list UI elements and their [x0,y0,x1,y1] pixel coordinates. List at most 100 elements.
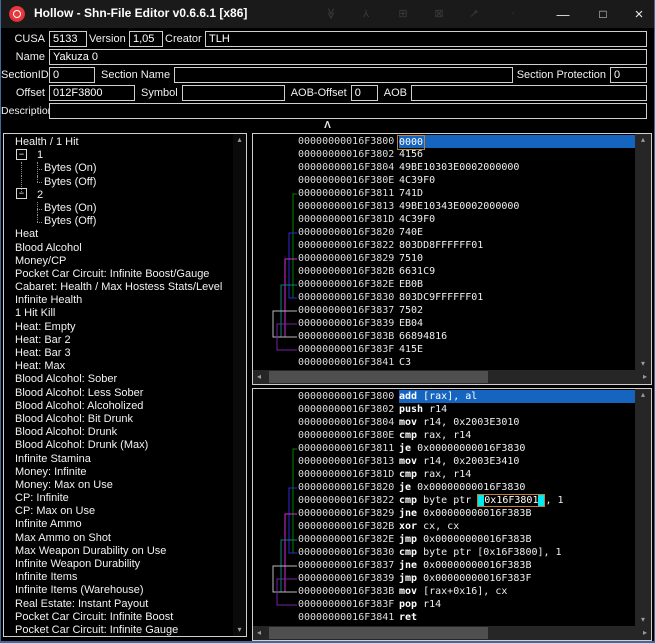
scroll-right-icon[interactable]: ▸ [643,373,647,381]
tree-item[interactable]: Blood Alcohol: Less Sober [4,387,233,400]
fork-icon[interactable]: Y [358,7,374,18]
pin-icon[interactable]: ⊸ [464,3,485,24]
tree-item[interactable]: Max Weapon Durability on Use [4,545,233,558]
asm-row[interactable]: 00000000016F3813mov r14, 0x2003E3410 [253,455,635,468]
tree-item[interactable]: Bytes (Off) [4,215,233,228]
hex-row[interactable]: 00000000016F3841C3 [253,356,635,369]
tree-item[interactable]: Pocket Car Circuit: Infinite Boost/Gauge [4,268,233,281]
hex-vscrollbar[interactable]: ▴ ▾ [635,134,651,370]
tree-item[interactable]: Pocket Car Circuit: Infinite Gauge [4,624,233,636]
hex-row[interactable]: 00000000016F382B6631C9 [253,265,635,278]
tree-item[interactable]: Bytes (On) [4,202,233,215]
asm-row[interactable]: 00000000016F3811je 0x00000000016F3830 [253,442,635,455]
tree-item[interactable]: Infinite Items [4,571,233,584]
scroll-down-icon[interactable]: ▾ [641,360,645,368]
hex-row[interactable]: 00000000016F380E4C39F0 [253,174,635,187]
close-box-icon[interactable]: ⊠ [431,7,447,20]
dot-icon[interactable]: · [505,7,521,19]
tree-item[interactable]: CP: Infinite [4,492,233,505]
tree-item[interactable]: Infinite Weapon Durability [4,558,233,571]
scroll-down-icon[interactable]: ▾ [641,616,645,624]
tree-item[interactable]: Bytes (On) [4,162,233,175]
asm-hscrollbar[interactable]: ◂ ▸ [253,626,651,640]
asm-row[interactable]: 00000000016F3800add [rax], al [253,390,635,403]
tree-item[interactable]: Max Ammo on Shot [4,532,233,545]
asm-row[interactable]: 00000000016F383Bmov [rax+0x16], cx [253,585,635,598]
hex-row[interactable]: 00000000016F383B66894816 [253,330,635,343]
minimize-button[interactable]: — [547,0,579,28]
tree-item[interactable]: Money/CP [4,255,233,268]
asm-row[interactable]: 00000000016F3837jne 0x00000000016F383B [253,559,635,572]
tree-item[interactable]: 1 Hit Kill [4,307,233,320]
hex-rows[interactable]: 00000000016F3800000000000000016F38024156… [253,134,635,370]
cusa-input[interactable] [49,31,87,47]
hex-row[interactable]: 00000000016F3839EB04 [253,317,635,330]
asm-row[interactable]: 00000000016F3820je 0x00000000016F3830 [253,481,635,494]
tree-item[interactable]: Money: Infinite [4,466,233,479]
add-box-icon[interactable]: ⊞ [395,7,411,20]
version-input[interactable] [129,31,163,47]
asm-row[interactable]: 00000000016F383Fpop r14 [253,598,635,611]
asm-row[interactable]: 00000000016F3830cmp byte ptr [0x16F3800]… [253,546,635,559]
tree-item[interactable]: Money: Max on Use [4,479,233,492]
maximize-button[interactable]: □ [587,0,619,28]
asm-row[interactable]: 00000000016F380Ecmp rax, r14 [253,429,635,442]
scroll-left-icon[interactable]: ◂ [257,373,261,381]
hex-row[interactable]: 00000000016F383F415E [253,343,635,356]
asm-row[interactable]: 00000000016F3804mov r14, 0x2003E3010 [253,416,635,429]
hex-hscrollbar[interactable]: ◂ ▸ [253,370,651,384]
hex-row[interactable]: 00000000016F3820740E [253,226,635,239]
name-input[interactable] [49,49,647,65]
scroll-up-icon[interactable]: ▴ [641,391,645,399]
tree-item[interactable]: Blood Alcohol: Sober [4,373,233,386]
tree-item[interactable]: Infinite Stamina [4,453,233,466]
close-button[interactable]: × [623,0,655,28]
asm-hscroll-thumb[interactable] [269,627,488,639]
scroll-left-icon[interactable]: ◂ [257,629,261,637]
hex-row[interactable]: 00000000016F3822803DD8FFFFFF01 [253,239,635,252]
section-name-input[interactable] [174,67,513,83]
asm-row[interactable]: 00000000016F3822cmp byte ptr [0x16F3801]… [253,494,635,507]
tree-item[interactable]: Blood Alcohol: Bit Drunk [4,413,233,426]
tree-item[interactable]: CP: Max on Use [4,505,233,518]
section-protection-input[interactable] [610,67,647,83]
asm-row[interactable]: 00000000016F3841ret [253,611,635,624]
tree-item[interactable]: Real Estate: Instant Payout [4,598,233,611]
tree-item[interactable]: Cabaret: Health / Max Hostess Stats/Leve… [4,281,233,294]
creator-input[interactable] [205,31,647,47]
tree-scrollbar[interactable]: ▴ ▾ [233,134,246,636]
tree-item[interactable]: Heat: Bar 3 [4,347,233,360]
hex-row[interactable]: 00000000016F38000000 [253,135,635,148]
tree-item[interactable]: Blood Alcohol: Drunk [4,426,233,439]
tree-item[interactable]: Health / 1 Hit [4,136,233,149]
tree-item[interactable]: Infinite Ammo [4,518,233,531]
asm-row[interactable]: 00000000016F382Bxor cx, cx [253,520,635,533]
scroll-up-icon[interactable]: ▴ [237,136,241,144]
asm-vscrollbar[interactable]: ▴ ▾ [635,389,651,626]
tree-item[interactable]: Heat [4,228,233,241]
asm-row[interactable]: 00000000016F3839jmp 0x00000000016F383F [253,572,635,585]
tree-item[interactable]: Infinite Health [4,294,233,307]
tree-item[interactable]: Blood Alcohol: Drunk (Max) [4,439,233,452]
scroll-right-icon[interactable]: ▸ [643,629,647,637]
hex-row[interactable]: 00000000016F3830803DC9FFFFFF01 [253,291,635,304]
symbol-input[interactable] [182,85,285,101]
tree-item[interactable]: −2 [4,189,233,202]
double-chevron-down-icon[interactable]: ≫ [325,6,338,22]
tree-item[interactable]: Heat: Empty [4,321,233,334]
offset-input[interactable] [49,85,135,101]
hex-row[interactable]: 00000000016F38297510 [253,252,635,265]
cheat-tree[interactable]: Health / 1 Hit−1Bytes (On)Bytes (Off)−2B… [4,134,233,636]
tree-item[interactable]: Infinite Items (Warehouse) [4,584,233,597]
asm-row[interactable]: 00000000016F3829jne 0x00000000016F383B [253,507,635,520]
asm-rows[interactable]: 00000000016F3800add [rax], al 00000000016… [253,389,635,626]
hex-row[interactable]: 00000000016F381D4C39F0 [253,213,635,226]
scroll-up-icon[interactable]: ▴ [641,136,645,144]
hex-hscroll-thumb[interactable] [269,371,488,383]
tree-item[interactable]: Bytes (Off) [4,176,233,189]
tree-item[interactable]: Pocket Car Circuit: Infinite Boost [4,611,233,624]
description-input[interactable] [49,103,647,119]
scroll-down-icon[interactable]: ▾ [237,626,241,634]
collapse-fields-button[interactable]: Λ [1,118,654,133]
hex-row[interactable]: 00000000016F381349BE10343E0002000000 [253,200,635,213]
